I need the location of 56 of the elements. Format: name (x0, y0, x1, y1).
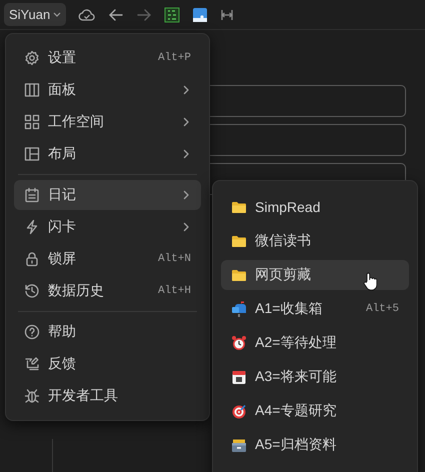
menu-item[interactable]: 布局 (14, 139, 201, 169)
menu-item[interactable]: 帮助 (14, 317, 201, 347)
grid-app-button[interactable] (164, 6, 180, 22)
shortcut-label: Alt+N (158, 253, 191, 265)
menu-item[interactable]: 设置 Alt+P (14, 43, 201, 73)
back-button[interactable] (108, 8, 124, 22)
menu-item[interactable]: 数据历史 Alt+H (14, 276, 201, 306)
menu-item[interactable]: 网页剪藏 (221, 260, 409, 290)
help-icon (24, 324, 40, 340)
grid-icon (24, 114, 40, 130)
alarm-clock-icon (231, 335, 247, 351)
arrow-right-icon (136, 8, 152, 22)
folder-icon (231, 199, 247, 215)
history-icon (24, 283, 40, 299)
menu-item[interactable]: 反馈 (14, 349, 201, 379)
menu-item[interactable]: A3=将来可能 (221, 362, 409, 392)
width-button[interactable] (220, 8, 234, 22)
window-icon (192, 6, 208, 22)
menu-item[interactable]: SimpRead (221, 192, 409, 222)
app-button[interactable] (192, 6, 208, 22)
gear-icon (24, 50, 40, 66)
workspace-button[interactable]: SiYuan (4, 3, 66, 26)
menu-item[interactable]: 开发者工具 (14, 381, 201, 411)
calendar-icon (231, 369, 247, 385)
feedback-icon (24, 356, 40, 372)
folder-icon (231, 233, 247, 249)
cloud-icon (78, 6, 96, 22)
lightning-icon (24, 219, 40, 235)
bug-icon (24, 388, 40, 404)
lock-icon (24, 251, 40, 267)
menu-item[interactable]: 闪卡 (14, 212, 201, 242)
calendar-icon (24, 187, 40, 203)
mailbox-icon (231, 301, 247, 317)
target-icon (231, 403, 247, 419)
card-box-icon (231, 437, 247, 453)
shortcut-label: Alt+5 (366, 303, 399, 315)
menu-item[interactable]: 日记 (14, 180, 201, 210)
menu-item[interactable]: 锁屏 Alt+N (14, 244, 201, 274)
columns-icon (24, 82, 40, 98)
menu-item[interactable]: 微信读书 (221, 226, 409, 256)
menu-item[interactable]: A4=专题研究 (221, 396, 409, 426)
shortcut-label: Alt+P (158, 52, 191, 64)
expand-width-icon (220, 8, 234, 22)
layout-icon (24, 146, 40, 162)
grid-icon (164, 6, 180, 22)
menu-item[interactable]: 面板 (14, 75, 201, 105)
menu-item[interactable]: A1=收集箱 Alt+5 (221, 294, 409, 324)
folder-icon (231, 267, 247, 283)
cloud-button[interactable] (78, 6, 96, 22)
arrow-left-icon (108, 8, 124, 22)
menu-item[interactable]: A5=归档资料 (221, 430, 409, 460)
hand-cursor-icon (363, 272, 377, 292)
shortcut-label: Alt+H (158, 285, 191, 297)
caret-icon (53, 12, 62, 18)
menu-item[interactable]: A2=等待处理 (221, 328, 409, 358)
menu-item[interactable]: 工作空间 (14, 107, 201, 137)
